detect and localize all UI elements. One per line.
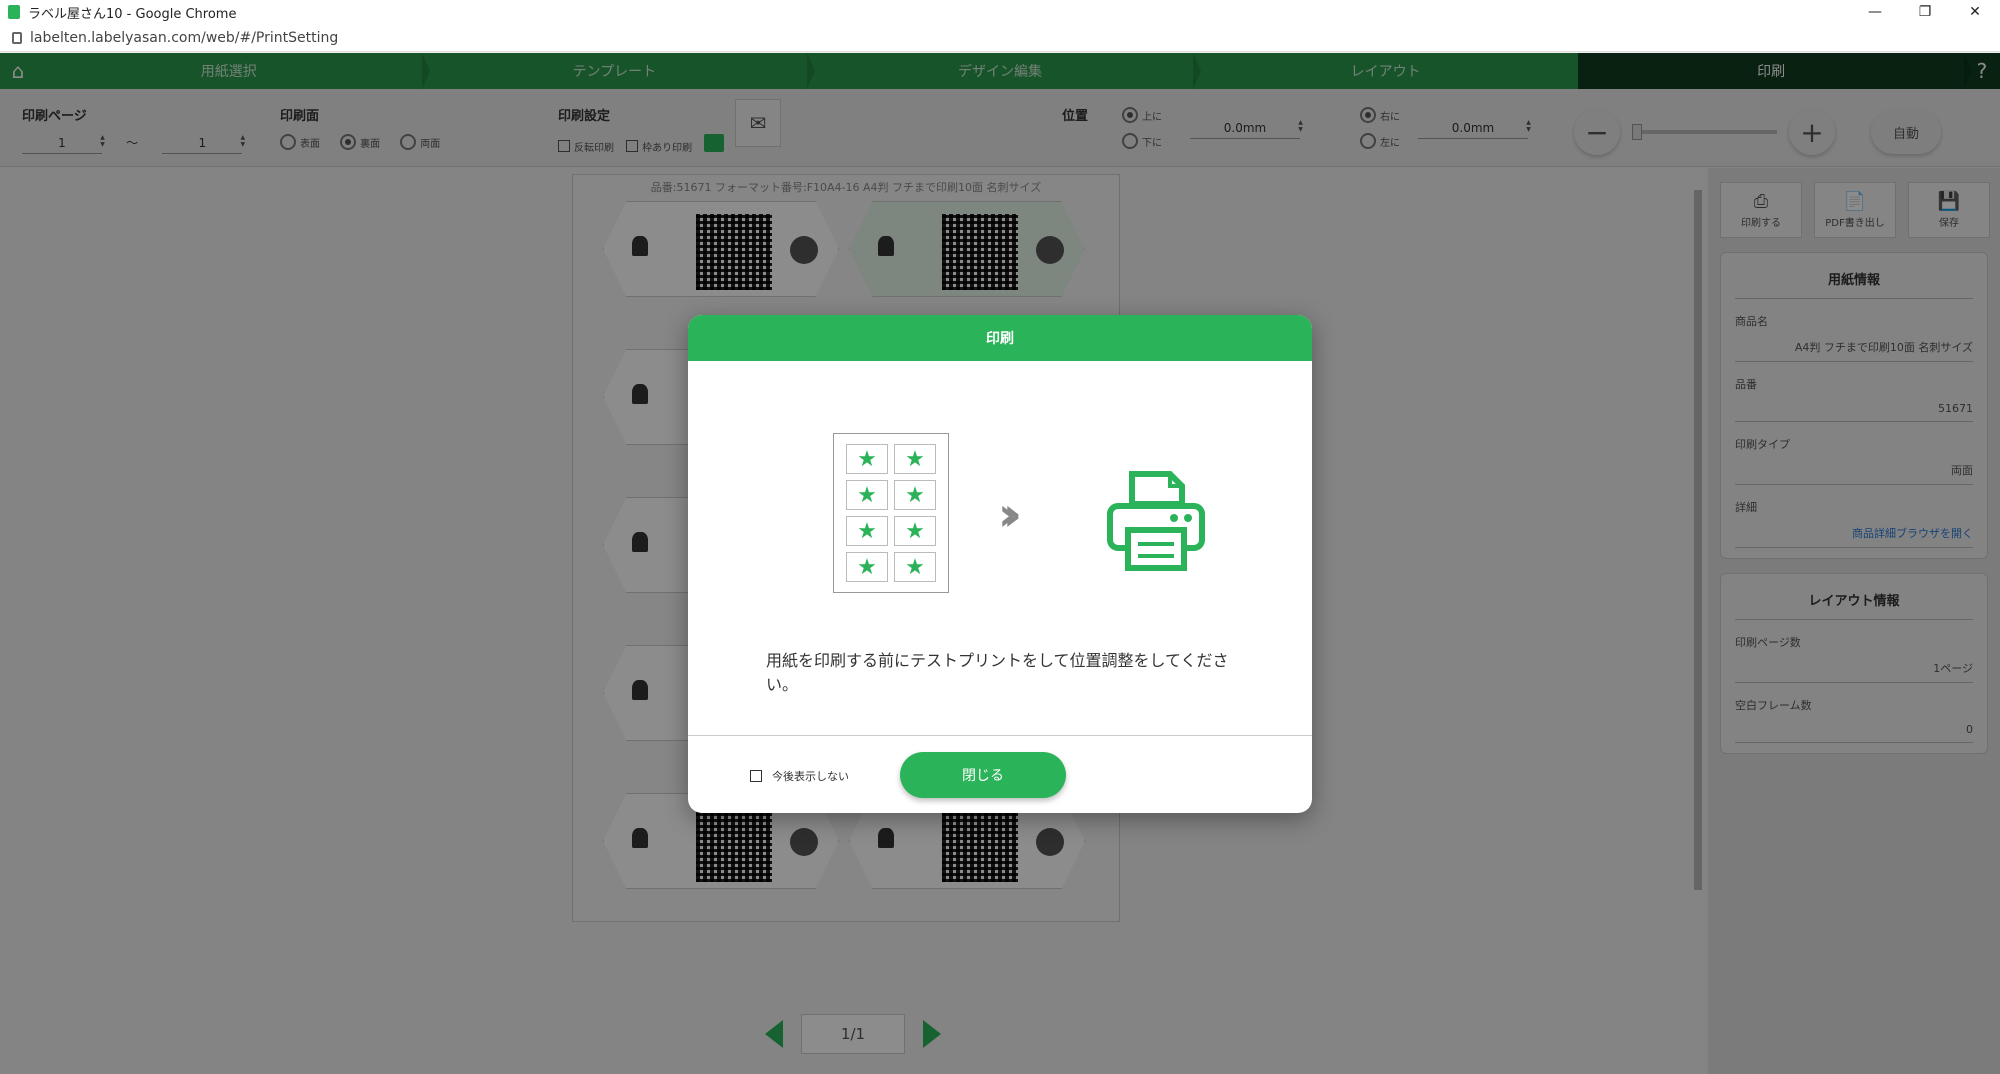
print-dialog: 印刷 ★ ★ ★ ★ ★ ★ ★ ★ ›› 用紙を印刷する前にテストプリントをして位置調… bbox=[688, 315, 1312, 813]
close-dialog-button[interactable]: 閉じる bbox=[900, 752, 1066, 798]
label-sheet-illustration: ★ ★ ★ ★ ★ ★ ★ ★ bbox=[833, 433, 949, 593]
star-icon: ★ bbox=[894, 444, 936, 474]
star-icon: ★ bbox=[894, 552, 936, 582]
app-favicon-icon bbox=[8, 5, 20, 19]
dialog-footer: 今後表示しない 閉じる bbox=[688, 735, 1312, 813]
star-icon: ★ bbox=[894, 480, 936, 510]
restore-button[interactable]: ❐ bbox=[1900, 0, 1950, 24]
close-window-button[interactable]: ✕ bbox=[1950, 0, 2000, 24]
star-icon: ★ bbox=[894, 516, 936, 546]
minimize-button[interactable]: — bbox=[1850, 0, 1900, 24]
address-bar[interactable]: labelten.labelyasan.com/web/#/PrintSetti… bbox=[0, 24, 2000, 52]
printer-illustration-icon bbox=[1107, 471, 1205, 571]
window-controls: — ❐ ✕ bbox=[1850, 0, 2000, 24]
star-icon: ★ bbox=[846, 552, 888, 582]
dont-show-again-checkbox[interactable]: 今後表示しない bbox=[750, 768, 849, 784]
url-text[interactable]: labelten.labelyasan.com/web/#/PrintSetti… bbox=[30, 30, 338, 46]
star-icon: ★ bbox=[846, 480, 888, 510]
star-icon: ★ bbox=[846, 516, 888, 546]
dialog-title: 印刷 bbox=[688, 315, 1312, 361]
dialog-message: 用紙を印刷する前にテストプリントをして位置調整をしてください。 bbox=[766, 651, 1229, 694]
star-icon: ★ bbox=[846, 444, 888, 474]
browser-titlebar: ラベル屋さん10 - Google Chrome — ❐ ✕ bbox=[0, 0, 2000, 24]
double-chevron-right-icon: ›› bbox=[998, 487, 1022, 541]
lock-icon bbox=[12, 31, 22, 44]
window-title: ラベル屋さん10 - Google Chrome bbox=[28, 6, 237, 22]
